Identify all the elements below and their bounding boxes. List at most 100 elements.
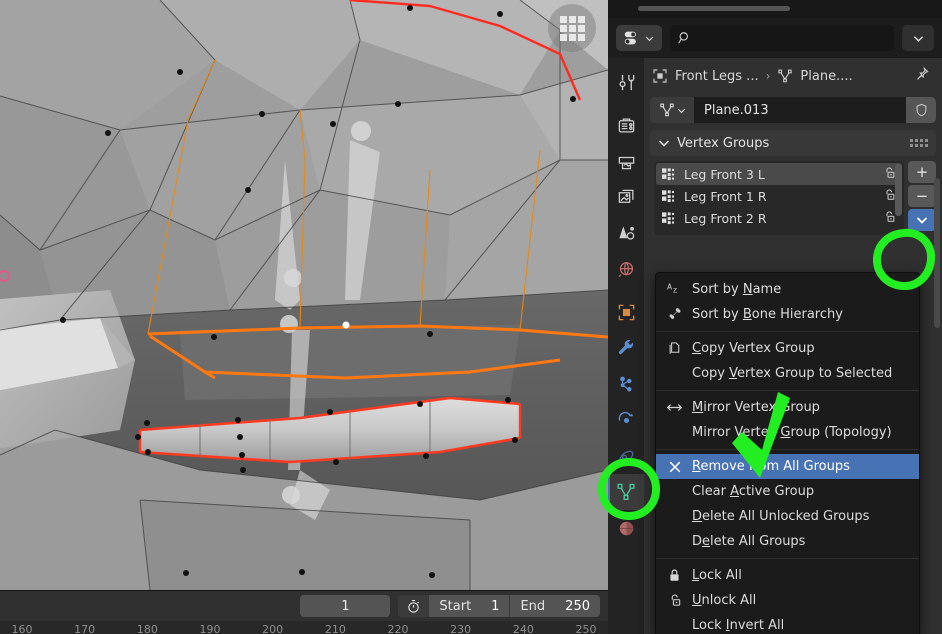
start-value: 1 xyxy=(491,598,500,614)
datablock-browse-button[interactable] xyxy=(650,97,694,123)
list-scrollbar[interactable] xyxy=(895,164,902,216)
chevron-down-icon xyxy=(913,35,923,42)
breadcrumb-object[interactable]: Front Legs ... xyxy=(675,69,759,84)
svg-text:A: A xyxy=(667,283,673,292)
chevron-down-icon xyxy=(645,36,654,41)
menu-item-label: Copy Vertex Group xyxy=(692,341,815,356)
sort-alpha-icon: A Z xyxy=(666,282,683,297)
timer-icon xyxy=(398,595,429,617)
list-item-label: Leg Front 3 L xyxy=(684,166,765,182)
sidebar-item-particles[interactable] xyxy=(608,366,644,402)
particles-icon xyxy=(619,376,631,391)
list-item-label: Leg Front 2 R xyxy=(684,210,767,226)
lock-icon xyxy=(666,568,683,583)
datablock-name-field[interactable]: Plane.013 xyxy=(694,97,906,123)
vertex-group-icon xyxy=(662,167,675,180)
shield-icon[interactable] xyxy=(906,97,936,123)
timeline-tick: 200 xyxy=(262,623,284,634)
sidebar-item-output[interactable] xyxy=(608,143,644,179)
menu-item-label: Clear Active Group xyxy=(692,484,815,499)
grid-overlay-button[interactable] xyxy=(548,4,596,52)
add-vertex-group-button[interactable]: + xyxy=(908,161,936,183)
square-bracket-icon xyxy=(618,304,634,320)
menu-item-label: Copy Vertex Group to Selected xyxy=(692,366,893,381)
sidebar-item-constraints[interactable] xyxy=(608,438,644,474)
sidebar-item-object[interactable] xyxy=(608,294,644,330)
list-item[interactable]: Leg Front 1 R xyxy=(656,185,902,207)
sidebar-item-modifiers[interactable] xyxy=(608,330,644,366)
remove-vertex-group-button[interactable]: − xyxy=(908,185,936,207)
start-label: Start xyxy=(439,598,472,614)
timeline-tick: 220 xyxy=(387,623,409,634)
editor-type-icon xyxy=(624,31,636,45)
top-scroll-strip xyxy=(608,0,942,18)
pin-icon[interactable] xyxy=(914,66,930,86)
timeline-tick: 190 xyxy=(199,623,221,634)
grip-dots-icon[interactable] xyxy=(910,139,928,147)
mirror-icon xyxy=(666,401,683,414)
menu-item-delete-all-unlocked-groups[interactable]: Delete All Unlocked Groups xyxy=(656,504,919,529)
vertex-groups-list[interactable]: Leg Front 3 L Leg Front 1 R Leg Front 2 … xyxy=(654,161,904,235)
menu-item-copy-vertex-group-to-selected[interactable]: Copy Vertex Group to Selected xyxy=(656,361,919,386)
list-item[interactable]: Leg Front 3 L xyxy=(656,163,902,185)
sidebar-item-view-layer[interactable] xyxy=(608,179,644,215)
vertex-groups-list-wrap: Leg Front 3 L Leg Front 1 R Leg Front 2 … xyxy=(654,161,936,235)
x-icon xyxy=(666,460,683,474)
menu-item-label: Sort by Name xyxy=(692,282,782,297)
timeline-editor[interactable]: 1 Start 1 End 250 16017018019020021 xyxy=(0,590,608,634)
svg-text:Z: Z xyxy=(673,288,677,295)
current-frame-field[interactable]: 1 xyxy=(300,595,391,617)
vertex-groups-panel-header[interactable]: Vertex Groups xyxy=(650,130,936,156)
copy-icon xyxy=(666,341,683,356)
sidebar-item-render[interactable] xyxy=(608,107,644,143)
menu-item-lock-invert-all[interactable]: Lock Invert All xyxy=(656,613,919,634)
constraint-icon xyxy=(619,450,633,462)
mesh-data-icon xyxy=(617,483,635,500)
mesh-data-icon xyxy=(659,103,674,117)
wrench-icon xyxy=(618,339,633,354)
menu-separator xyxy=(656,390,919,391)
menu-item-mirror-vertex-group-topology[interactable]: Mirror Vertex Group (Topology) xyxy=(656,420,919,445)
panel-vertical-scrollbar[interactable] xyxy=(934,178,940,328)
search-input[interactable] xyxy=(698,31,886,45)
horizontal-scrollbar[interactable] xyxy=(638,6,790,11)
menu-item-delete-all-groups[interactable]: Delete All Groups xyxy=(656,529,919,554)
mesh-data-icon xyxy=(778,69,793,83)
menu-item-sort-by-name[interactable]: A Z Sort by Name xyxy=(656,277,919,302)
menu-item-unlock-all[interactable]: Unlock All xyxy=(656,588,919,613)
chevron-down-icon xyxy=(659,140,669,147)
3d-viewport[interactable] xyxy=(0,0,608,590)
sidebar-item-material[interactable] xyxy=(608,510,644,546)
list-item[interactable]: Leg Front 2 R xyxy=(656,207,902,229)
object-icon xyxy=(653,69,667,83)
sidebar-item-world[interactable] xyxy=(608,251,644,287)
menu-separator xyxy=(656,331,919,332)
menu-item-clear-active-group[interactable]: Clear Active Group xyxy=(656,479,919,504)
timeline-ruler[interactable]: 160 170 180 190 200 210 220 230 240 250 xyxy=(0,621,608,634)
editor-type-selector[interactable] xyxy=(616,25,662,51)
header-options-button[interactable] xyxy=(902,25,934,51)
start-frame-field[interactable]: Start 1 xyxy=(428,595,509,617)
end-frame-field[interactable]: End 250 xyxy=(509,595,600,617)
menu-item-sort-by-bone-hierarchy[interactable]: Sort by Bone Hierarchy xyxy=(656,302,919,327)
breadcrumb-separator: › xyxy=(765,69,771,83)
world-icon xyxy=(618,261,633,277)
end-value: 250 xyxy=(565,598,590,614)
menu-item-remove-from-all-groups[interactable]: Remove from All Groups xyxy=(656,454,919,479)
menu-item-copy-vertex-group[interactable]: Copy Vertex Group xyxy=(656,336,919,361)
camera-back-icon xyxy=(618,118,634,132)
vertex-groups-buttons: + − xyxy=(908,161,936,235)
timeline-tick: 210 xyxy=(324,623,346,634)
breadcrumb-data[interactable]: Plane.... xyxy=(800,69,852,84)
timeline-tick: 180 xyxy=(136,623,158,634)
menu-item-mirror-vertex-group[interactable]: Mirror Vertex Group xyxy=(656,395,919,420)
sidebar-item-tool[interactable] xyxy=(608,64,644,100)
menu-item-lock-all[interactable]: Lock All xyxy=(656,563,919,588)
sidebar-item-scene[interactable] xyxy=(608,215,644,251)
vertex-group-specials-button[interactable] xyxy=(908,209,936,231)
timeline-tick: 250 xyxy=(575,623,597,634)
sidebar-item-physics[interactable] xyxy=(608,402,644,438)
vertex-group-specials-menu[interactable]: A Z Sort by Name Sort by Bone Hierarchy xyxy=(655,272,920,634)
sidebar-item-object-data[interactable] xyxy=(608,474,644,510)
search-field[interactable] xyxy=(670,25,894,51)
